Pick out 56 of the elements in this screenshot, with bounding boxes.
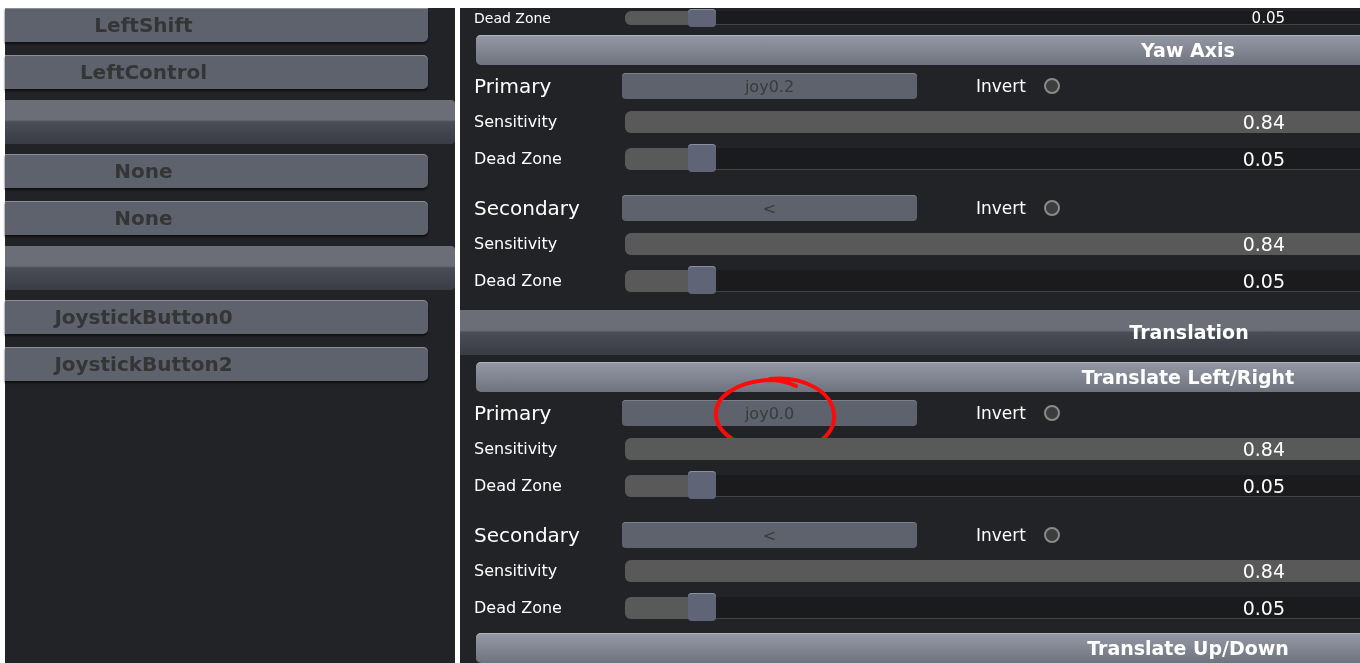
slider-value: 0.84 bbox=[1242, 232, 1285, 255]
slider-thumb[interactable] bbox=[688, 592, 717, 621]
slider-value: 0.84 bbox=[1242, 437, 1285, 460]
slider-value: 0.05 bbox=[1242, 147, 1285, 170]
slider-value: 0.05 bbox=[1242, 596, 1285, 619]
slider-value: 0.05 bbox=[1251, 11, 1285, 25]
slider-label: Sensitivity bbox=[473, 439, 559, 458]
invert-label: Invert bbox=[976, 525, 1027, 545]
slider-value: 0.84 bbox=[1242, 559, 1285, 582]
slider-label: Sensitivity bbox=[473, 112, 559, 131]
slider-label: Dead Zone bbox=[473, 271, 563, 290]
slider-track[interactable]: 0.84 bbox=[625, 437, 1360, 460]
slider-thumb[interactable] bbox=[688, 143, 717, 172]
slider-track[interactable]: 0.05 bbox=[625, 11, 1360, 25]
section-header-bar[interactable]: Translate Left/Right bbox=[476, 362, 1360, 392]
slider-label: Dead Zone bbox=[473, 10, 552, 26]
binding-label: Primary bbox=[473, 74, 553, 98]
slider-label: Dead Zone bbox=[473, 598, 563, 617]
binding-label: Secondary bbox=[473, 523, 581, 547]
key-binding-button[interactable]: None bbox=[5, 154, 428, 188]
binding-button[interactable]: < bbox=[622, 522, 917, 548]
binding-label: Secondary bbox=[473, 196, 581, 220]
key-binding-button[interactable]: LeftControl bbox=[5, 55, 428, 89]
slider-value: 0.84 bbox=[1242, 110, 1285, 133]
slider-track[interactable]: 0.05 bbox=[625, 269, 1360, 292]
binding-label: Primary bbox=[473, 401, 553, 425]
category-header-bar[interactable]: Translation bbox=[460, 310, 1360, 355]
slider-thumb[interactable] bbox=[688, 470, 717, 499]
binding-button[interactable]: < bbox=[622, 195, 917, 221]
slider-value: 0.05 bbox=[1242, 269, 1285, 292]
slider-track[interactable]: 0.84 bbox=[625, 559, 1360, 582]
slider-label: Dead Zone bbox=[473, 149, 563, 168]
invert-radio[interactable] bbox=[1044, 200, 1060, 216]
slider-label: Sensitivity bbox=[473, 561, 559, 580]
key-binding-button[interactable]: LeftShift bbox=[5, 8, 428, 42]
section-header-bar[interactable]: Yaw Axis bbox=[476, 35, 1360, 65]
slider-track[interactable]: 0.05 bbox=[625, 147, 1360, 170]
slider-thumb[interactable] bbox=[688, 265, 717, 294]
slider-track[interactable]: 0.84 bbox=[625, 110, 1360, 133]
invert-radio[interactable] bbox=[1044, 527, 1060, 543]
slider-label: Sensitivity bbox=[473, 234, 559, 253]
key-binding-button[interactable]: None bbox=[5, 201, 428, 235]
invert-radio[interactable] bbox=[1044, 405, 1060, 421]
slider-track[interactable]: 0.05 bbox=[625, 474, 1360, 497]
invert-label: Invert bbox=[976, 198, 1027, 218]
slider-track[interactable]: 0.84 bbox=[625, 232, 1360, 255]
section-header-bar[interactable]: Translate Up/Down bbox=[476, 633, 1360, 663]
key-binding-button[interactable]: JoystickButton0 bbox=[5, 300, 428, 334]
invert-label: Invert bbox=[976, 403, 1027, 423]
invert-radio[interactable] bbox=[1044, 78, 1060, 94]
slider-value: 0.05 bbox=[1242, 474, 1285, 497]
slider-thumb[interactable] bbox=[688, 9, 717, 27]
slider-label: Dead Zone bbox=[473, 476, 563, 495]
slider-track[interactable]: 0.05 bbox=[625, 596, 1360, 619]
invert-label: Invert bbox=[976, 76, 1027, 96]
key-binding-button[interactable]: JoystickButton2 bbox=[5, 347, 428, 381]
